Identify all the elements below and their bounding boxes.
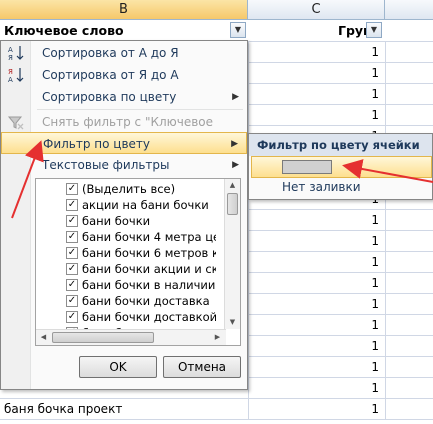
annotation-arrow-to-swatch: [342, 159, 433, 183]
annotation-arrows: [11, 140, 433, 219]
annotation-arrow-to-menu: [11, 140, 44, 219]
